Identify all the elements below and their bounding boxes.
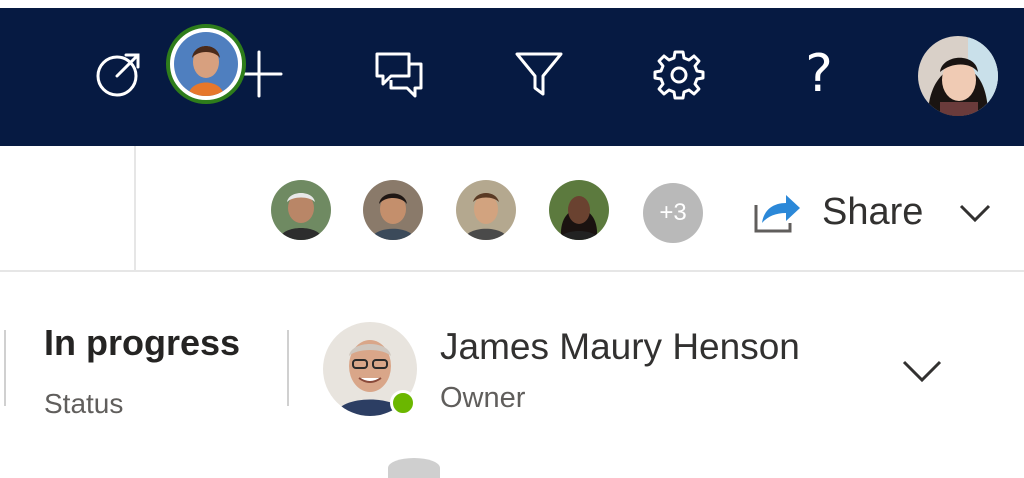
- status-label: Status: [44, 388, 124, 419]
- share-button[interactable]: Share: [752, 182, 923, 242]
- more-collaborators-badge[interactable]: +3: [643, 183, 703, 243]
- share-icon: [754, 195, 800, 233]
- gear-icon[interactable]: [653, 48, 705, 100]
- current-user-avatar[interactable]: [918, 36, 998, 116]
- owner-label: Owner: [440, 382, 526, 414]
- collaborator-avatar[interactable]: [271, 180, 331, 240]
- collaborator-avatar[interactable]: [456, 180, 516, 240]
- toolbar-divider: [134, 146, 136, 270]
- header-divider: [287, 330, 289, 406]
- record-header: [0, 272, 1024, 467]
- target-icon[interactable]: [93, 48, 145, 100]
- help-icon[interactable]: ?: [793, 44, 845, 104]
- online-presence-indicator: [390, 390, 416, 416]
- owner-name[interactable]: James Maury Henson: [440, 326, 800, 368]
- help-glyph: ?: [805, 44, 833, 104]
- top-navigation-bar: [0, 8, 1024, 146]
- filter-icon[interactable]: [513, 48, 565, 100]
- share-chevron-down-icon[interactable]: [955, 196, 995, 228]
- collaborator-avatar[interactable]: [549, 180, 609, 240]
- header-left-divider: [4, 330, 6, 406]
- top-edge: [0, 0, 1024, 8]
- status-value: In progress: [44, 322, 241, 363]
- collaborator-avatar[interactable]: [363, 180, 423, 240]
- collaborator-avatar-active[interactable]: [166, 24, 246, 104]
- share-label: Share: [822, 190, 924, 233]
- owner-chevron-down-icon[interactable]: [898, 352, 946, 388]
- partial-avatar: [388, 458, 440, 478]
- chat-icon[interactable]: [373, 48, 425, 100]
